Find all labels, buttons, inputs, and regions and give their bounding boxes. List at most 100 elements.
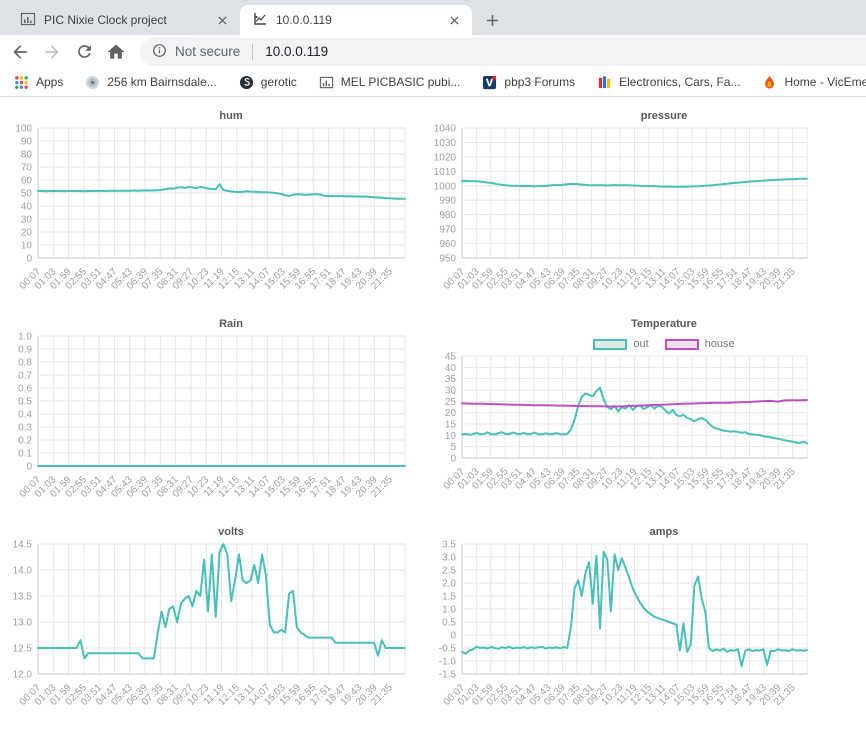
svg-text:10: 10 xyxy=(445,431,457,442)
bookmark-gerotic[interactable]: gerotic xyxy=(239,75,297,90)
svg-text:60: 60 xyxy=(21,176,33,187)
svg-text:13.5: 13.5 xyxy=(13,592,33,603)
back-button[interactable] xyxy=(6,38,34,66)
pressure-plot: 9509609709809901000101010201030104000:07… xyxy=(424,128,817,308)
svg-text:3.5: 3.5 xyxy=(442,540,456,551)
svg-text:3.0: 3.0 xyxy=(442,553,456,564)
svg-text:25: 25 xyxy=(445,397,457,408)
charts-page: hum 010203040506070809010000:0701:0301:5… xyxy=(0,97,866,724)
chart-rain: Rain 00.10.20.30.40.50.60.70.80.91.000:0… xyxy=(0,318,424,516)
browser-window: PIC Nixie Clock project 10.0.0.119 xyxy=(0,0,866,97)
chart-title: Rain xyxy=(0,318,424,332)
reload-button[interactable] xyxy=(70,38,98,66)
svg-text:12.0: 12.0 xyxy=(13,670,33,681)
bookmark-electronics-cars[interactable]: Electronics, Cars, Fa... xyxy=(597,75,740,90)
chart-volts: volts 12.012.513.013.514.014.500:0701:03… xyxy=(0,526,424,724)
svg-text:5: 5 xyxy=(450,442,456,453)
svg-text:80: 80 xyxy=(21,150,33,161)
security-label: Not secure xyxy=(175,44,240,59)
svg-text:14.0: 14.0 xyxy=(13,566,33,577)
bookmark-mel-picbasic[interactable]: MEL PICBASIC pubi... xyxy=(319,75,461,90)
chart-temperature: Temperature out house 051015202530354045… xyxy=(424,318,866,516)
svg-text:50: 50 xyxy=(21,189,33,200)
bookmark-pbp3-forums[interactable]: pbp3 Forums xyxy=(482,75,575,90)
svg-text:15: 15 xyxy=(445,420,457,431)
browser-toolbar: Not secure 10.0.0.119 xyxy=(0,35,866,68)
svg-text:0.9: 0.9 xyxy=(18,345,32,356)
home-button[interactable] xyxy=(102,38,130,66)
house-series-swatch xyxy=(665,339,699,350)
svg-text:0.7: 0.7 xyxy=(18,371,32,382)
dark-globe-icon xyxy=(239,75,254,90)
svg-text:20: 20 xyxy=(21,228,33,239)
svg-text:0.6: 0.6 xyxy=(18,384,32,395)
svg-text:0.3: 0.3 xyxy=(18,423,32,434)
line-chart-favicon-icon xyxy=(252,11,268,30)
svg-text:0: 0 xyxy=(450,454,456,465)
amps-plot: -1.5-1.0-0.500.51.01.52.02.53.03.500:070… xyxy=(424,544,817,724)
svg-text:-1.0: -1.0 xyxy=(439,657,457,668)
tab-title: PIC Nixie Clock project xyxy=(44,13,206,27)
address-bar[interactable]: Not secure 10.0.0.119 xyxy=(140,38,866,66)
tab-current[interactable]: 10.0.0.119 xyxy=(240,5,472,35)
chart-amps: amps -1.5-1.0-0.500.51.01.52.02.53.03.50… xyxy=(424,526,866,724)
out-series-swatch xyxy=(593,339,627,350)
svg-text:1020: 1020 xyxy=(434,152,457,163)
svg-text:0.4: 0.4 xyxy=(18,410,32,421)
chart-title: hum xyxy=(0,110,424,124)
hum-plot: 010203040506070809010000:0701:0301:5902:… xyxy=(0,128,415,308)
forward-button[interactable] xyxy=(38,38,66,66)
svg-text:35: 35 xyxy=(445,374,457,385)
svg-text:30: 30 xyxy=(445,386,457,397)
svg-text:990: 990 xyxy=(439,196,456,207)
svg-text:1030: 1030 xyxy=(434,138,457,149)
legend-item-house: house xyxy=(665,338,735,350)
svg-text:0: 0 xyxy=(450,631,456,642)
svg-text:45: 45 xyxy=(445,352,457,363)
tab-pic-nixie-clock[interactable]: PIC Nixie Clock project xyxy=(8,5,240,35)
svg-text:40: 40 xyxy=(445,363,457,374)
svg-text:0.8: 0.8 xyxy=(18,358,32,369)
svg-text:980: 980 xyxy=(439,210,456,221)
v-logo-icon xyxy=(482,75,497,90)
info-icon[interactable] xyxy=(152,43,167,61)
bookmark-vicemergency[interactable]: Home - VicEmerge... xyxy=(762,75,866,90)
close-icon[interactable] xyxy=(214,12,230,28)
svg-text:1000: 1000 xyxy=(434,181,457,192)
svg-text:2.5: 2.5 xyxy=(442,566,456,577)
new-tab-button[interactable] xyxy=(478,6,506,34)
rain-plot: 00.10.20.30.40.50.60.70.80.91.000:0701:0… xyxy=(0,336,415,516)
svg-text:13.0: 13.0 xyxy=(13,618,33,629)
chart-frame-icon xyxy=(319,75,334,90)
chart-title: pressure xyxy=(424,110,866,124)
svg-text:12.5: 12.5 xyxy=(13,644,33,655)
svg-text:-1.5: -1.5 xyxy=(439,670,457,681)
url-text: 10.0.0.119 xyxy=(265,44,328,59)
svg-text:0: 0 xyxy=(26,254,32,265)
svg-text:0.1: 0.1 xyxy=(18,449,32,460)
svg-text:30: 30 xyxy=(21,215,33,226)
svg-text:960: 960 xyxy=(439,239,456,250)
chart-title: Temperature xyxy=(424,318,866,332)
bookmark-apps[interactable]: Apps xyxy=(14,75,63,90)
svg-text:10: 10 xyxy=(21,241,33,252)
svg-text:90: 90 xyxy=(21,137,33,148)
chart-title: volts xyxy=(0,526,424,540)
temperature-plot: 05101520253035404500:0701:0301:5902:5503… xyxy=(424,356,817,508)
svg-text:0.5: 0.5 xyxy=(18,397,32,408)
colored-bars-icon xyxy=(597,75,612,90)
tab-title: 10.0.0.119 xyxy=(276,13,438,27)
volts-plot: 12.012.513.013.514.014.500:0701:0301:590… xyxy=(0,544,415,724)
bookmark-bairnsdale[interactable]: 256 km Bairnsdale... xyxy=(85,75,216,90)
close-icon[interactable] xyxy=(446,12,462,28)
svg-text:-0.5: -0.5 xyxy=(439,644,457,655)
svg-text:950: 950 xyxy=(439,254,456,265)
svg-text:1010: 1010 xyxy=(434,167,457,178)
svg-text:40: 40 xyxy=(21,202,33,213)
svg-text:1040: 1040 xyxy=(434,124,457,135)
legend-item-out: out xyxy=(593,338,648,350)
svg-text:2.0: 2.0 xyxy=(442,579,456,590)
svg-text:0.5: 0.5 xyxy=(442,618,456,629)
svg-text:100: 100 xyxy=(15,124,32,135)
bookmarks-bar: Apps 256 km Bairnsdale... gerotic MEL PI… xyxy=(0,68,866,97)
